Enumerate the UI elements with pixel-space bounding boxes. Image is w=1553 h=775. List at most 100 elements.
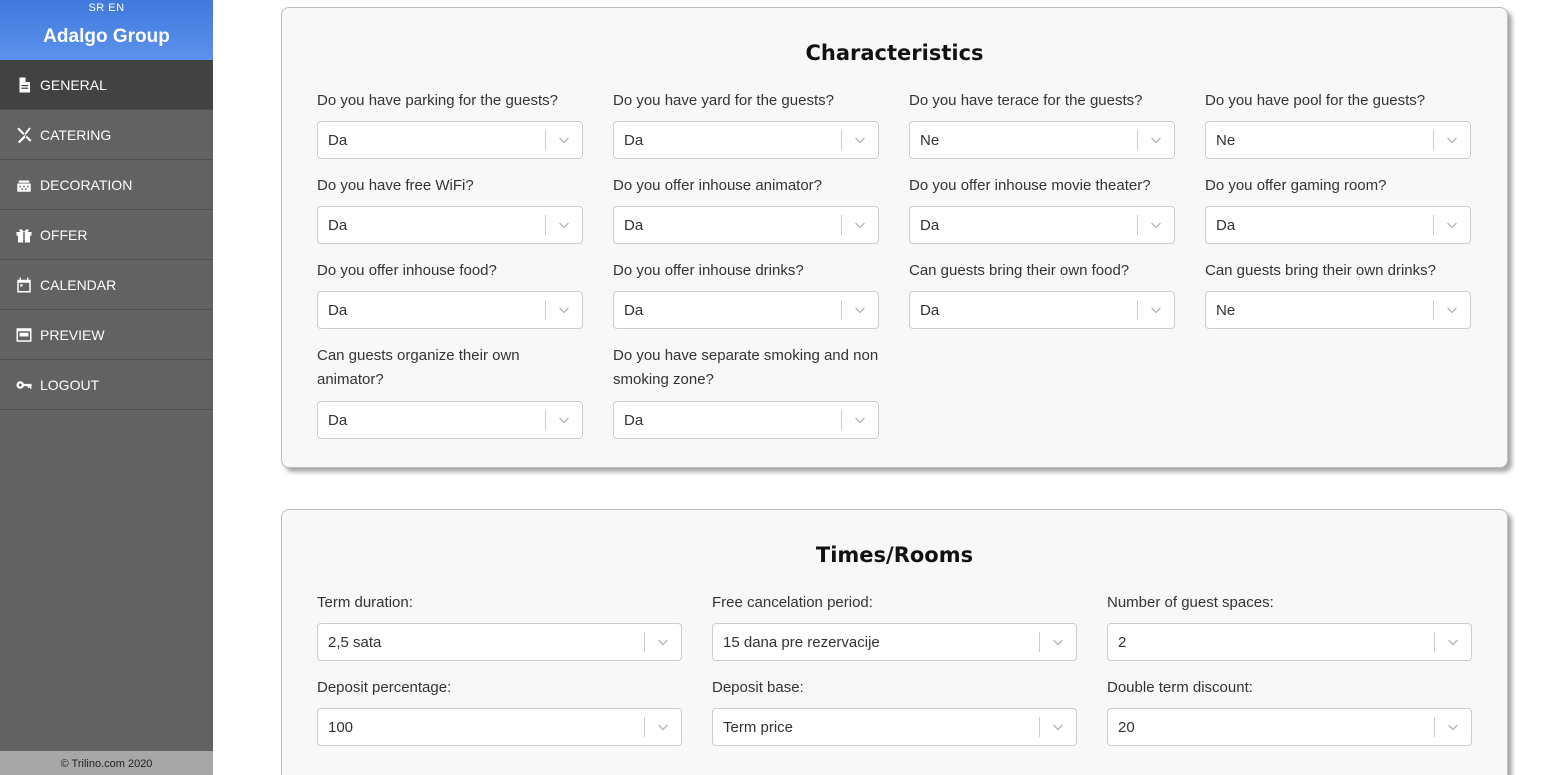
dropdown-select[interactable]: 20 [1107,708,1472,746]
select-field: Number of guest spaces: 2 [1107,591,1472,661]
select-field: Do you offer inhouse food? Da [317,259,583,329]
sidebar: SR EN Adalgo Group GENERAL CATERING DECO… [0,0,213,775]
sidebar-item-preview[interactable]: PREVIEW [0,310,213,360]
chevron-down-icon[interactable] [1040,720,1076,734]
select-field: Do you offer inhouse animator? Da [613,174,879,244]
select-field: Free cancelation period: 15 dana pre reze… [712,591,1077,661]
dropdown-select[interactable]: Ne [1205,121,1471,159]
sidebar-item-label: PREVIEW [40,326,105,343]
chevron-down-icon[interactable] [842,303,878,317]
selected-value: Da [1216,216,1236,234]
field-label: Do you offer inhouse movie theater? [909,177,1151,194]
selected-value: Da [624,216,644,234]
chevron-down-icon[interactable] [546,133,582,147]
field-label: Do you have pool for the guests? [1205,92,1426,109]
dropdown-select[interactable]: Da [909,291,1175,329]
chevron-down-icon[interactable] [842,413,878,427]
select-field: Term duration: 2,5 sata [317,591,682,661]
chevron-down-icon[interactable] [1138,303,1174,317]
brand-name: Adalgo Group [43,26,170,47]
chevron-down-icon[interactable] [645,720,681,734]
chevron-down-icon[interactable] [1138,133,1174,147]
selected-value: Da [624,131,644,149]
chevron-down-icon[interactable] [546,413,582,427]
chevron-down-icon[interactable] [1434,133,1470,147]
characteristics-card: Characteristics Do you have parking for … [281,7,1508,468]
field-label: Do you offer inhouse food? [317,262,497,279]
dropdown-select[interactable]: Da [613,121,879,159]
sidebar-item-label: CATERING [40,126,112,143]
times-rooms-title: Times/Rooms [815,543,974,567]
dropdown-select[interactable]: 100 [317,708,682,746]
dropdown-select[interactable]: Ne [1205,291,1471,329]
selected-value: Ne [1216,301,1236,319]
select-field: Can guests bring their own food? Da [909,259,1175,329]
sidebar-item-logout[interactable]: LOGOUT [0,360,213,410]
selected-value: Da [328,301,348,319]
select-field: Do you offer inhouse drinks? Da [613,259,879,329]
dropdown-select[interactable]: Da [317,121,583,159]
dropdown-select[interactable]: Ne [909,121,1175,159]
select-field: Do you offer inhouse movie theater? Da [909,174,1175,244]
cake-icon [14,175,34,195]
dropdown-select[interactable]: 2,5 sata [317,623,682,661]
selected-value: Ne [1216,131,1236,149]
document-icon [14,75,34,95]
select-field: Do you have separate smoking and non smo… [613,344,879,439]
dropdown-select[interactable]: Da [317,291,583,329]
selected-value: Da [328,216,348,234]
chevron-down-icon[interactable] [546,218,582,232]
select-field: Deposit percentage: 100 [317,676,682,746]
dropdown-select[interactable]: Da [1205,206,1471,244]
calendar-icon [14,275,34,295]
sidebar-item-calendar[interactable]: CALENDAR [0,260,213,310]
field-label: Do you have yard for the guests? [613,92,834,109]
key-icon [14,375,34,395]
characteristics-title: Characteristics [805,41,984,65]
dropdown-select[interactable]: Da [317,206,583,244]
chevron-down-icon[interactable] [1435,720,1471,734]
sidebar-item-label: OFFER [40,226,88,243]
dropdown-select[interactable]: Da [613,206,879,244]
gift-icon [14,225,34,245]
dropdown-select[interactable]: Da [317,401,583,439]
chevron-down-icon[interactable] [1138,218,1174,232]
lang-en-link[interactable]: EN [108,2,124,14]
sidebar-item-catering[interactable]: CATERING [0,110,213,160]
field-label: Do you offer inhouse animator? [613,177,823,194]
chevron-down-icon[interactable] [1435,635,1471,649]
chevron-down-icon[interactable] [546,303,582,317]
field-label: Do you have parking for the guests? [317,92,558,109]
selected-value: Da [920,216,940,234]
field-label: Free cancelation period: [712,594,873,611]
chevron-down-icon[interactable] [842,218,878,232]
dropdown-select[interactable]: 2 [1107,623,1472,661]
chevron-down-icon[interactable] [1434,218,1470,232]
dropdown-select[interactable]: Da [613,291,879,329]
sidebar-item-label: CALENDAR [40,276,117,293]
field-label: Term duration: [317,594,413,611]
sidebar-item-general[interactable]: GENERAL [0,60,213,110]
dropdown-select[interactable]: 15 dana pre rezervacije [712,623,1077,661]
select-field: Can guests organize their own animator? D… [317,344,583,439]
select-field: Do you have free WiFi? Da [317,174,583,244]
sidebar-item-label: DECORATION [40,176,133,193]
selected-value: 2,5 sata [328,633,382,651]
chevron-down-icon[interactable] [842,133,878,147]
dropdown-select[interactable]: Da [909,206,1175,244]
sidebar-item-decoration[interactable]: DECORATION [0,160,213,210]
selected-value: Da [328,131,348,149]
lang-sr-link[interactable]: SR [88,2,104,14]
chevron-down-icon[interactable] [645,635,681,649]
dropdown-select[interactable]: Da [613,401,879,439]
field-label: Can guests bring their own food? [909,262,1130,279]
window-icon [14,325,34,345]
sidebar-item-offer[interactable]: OFFER [0,210,213,260]
dropdown-select[interactable]: Term price [712,708,1077,746]
selected-value: Da [624,411,644,429]
utensils-icon [14,125,34,145]
chevron-down-icon[interactable] [1040,635,1076,649]
field-label: Do you have free WiFi? [317,177,474,194]
chevron-down-icon[interactable] [1434,303,1470,317]
field-label: Number of guest spaces: [1107,594,1274,611]
